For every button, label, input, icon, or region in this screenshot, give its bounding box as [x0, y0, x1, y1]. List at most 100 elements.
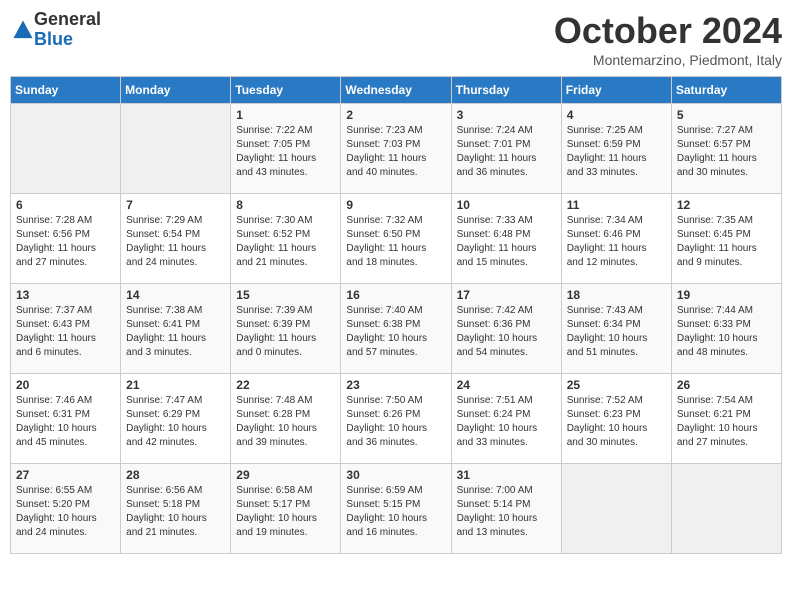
calendar-week-row: 20Sunrise: 7:46 AM Sunset: 6:31 PM Dayli… — [11, 374, 782, 464]
day-number: 13 — [16, 288, 115, 302]
calendar-cell: 12 Sunrise: 7:35 AM Sunset: 6:45 PM Dayli… — [671, 194, 781, 284]
cell-info: Sunrise: 7:25 AM Sunset: 6:59 PM Dayligh… — [567, 124, 666, 180]
day-number: 23 — [346, 378, 445, 392]
cell-info: Sunrise: 6:59 AM Sunset: 5:15 PM Dayligh… — [346, 484, 445, 540]
calendar-header-row: SundayMondayTuesdayWednesdayThursdayFrid… — [11, 77, 782, 104]
day-number: 10 — [457, 198, 556, 212]
calendar-cell: 30 Sunrise: 6:59 AM Sunset: 5:15 PM Dayli… — [341, 464, 451, 554]
day-of-week-header: Tuesday — [231, 77, 341, 104]
day-number: 21 — [126, 378, 225, 392]
cell-info: Sunrise: 7:37 AM Sunset: 6:43 PM Dayligh… — [16, 304, 115, 360]
cell-info: Sunrise: 7:34 AM Sunset: 6:46 PM Dayligh… — [567, 214, 666, 270]
cell-info: Sunrise: 7:51 AM Sunset: 6:24 PM Dayligh… — [457, 394, 556, 450]
calendar-cell: 29Sunrise: 6:58 AM Sunset: 5:17 PM Dayli… — [231, 464, 341, 554]
day-number: 22 — [236, 378, 335, 392]
calendar-cell: 23 Sunrise: 7:50 AM Sunset: 6:26 PM Dayli… — [341, 374, 451, 464]
calendar-cell — [11, 104, 121, 194]
day-number: 3 — [457, 108, 556, 122]
calendar-cell: 11 Sunrise: 7:34 AM Sunset: 6:46 PM Dayli… — [561, 194, 671, 284]
cell-info: Sunrise: 7:29 AM Sunset: 6:54 PM Dayligh… — [126, 214, 225, 270]
day-number: 19 — [677, 288, 776, 302]
day-number: 2 — [346, 108, 445, 122]
calendar-cell — [561, 464, 671, 554]
day-of-week-header: Friday — [561, 77, 671, 104]
calendar-cell: 8 Sunrise: 7:30 AM Sunset: 6:52 PM Daylig… — [231, 194, 341, 284]
calendar-cell: 5Sunrise: 7:27 AM Sunset: 6:57 PM Daylig… — [671, 104, 781, 194]
day-of-week-header: Saturday — [671, 77, 781, 104]
calendar-cell: 13 Sunrise: 7:37 AM Sunset: 6:43 PM Dayli… — [11, 284, 121, 374]
calendar-week-row: 27 Sunrise: 6:55 AM Sunset: 5:20 PM Dayli… — [11, 464, 782, 554]
day-number: 6 — [16, 198, 115, 212]
title-block: October 2024 Montemarzino, Piedmont, Ita… — [554, 10, 782, 68]
logo-blue-text: Blue — [34, 30, 101, 50]
calendar-cell: 26Sunrise: 7:54 AM Sunset: 6:21 PM Dayli… — [671, 374, 781, 464]
cell-info: Sunrise: 7:43 AM Sunset: 6:34 PM Dayligh… — [567, 304, 666, 360]
month-title: October 2024 — [554, 10, 782, 52]
calendar-cell: 22 Sunrise: 7:48 AM Sunset: 6:28 PM Dayli… — [231, 374, 341, 464]
cell-info: Sunrise: 7:22 AM Sunset: 7:05 PM Dayligh… — [236, 124, 335, 180]
calendar-week-row: 6 Sunrise: 7:28 AM Sunset: 6:56 PM Daylig… — [11, 194, 782, 284]
day-number: 9 — [346, 198, 445, 212]
day-of-week-header: Thursday — [451, 77, 561, 104]
day-number: 31 — [457, 468, 556, 482]
calendar-cell: 2 Sunrise: 7:23 AM Sunset: 7:03 PM Daylig… — [341, 104, 451, 194]
calendar-cell: 21 Sunrise: 7:47 AM Sunset: 6:29 PM Dayli… — [121, 374, 231, 464]
calendar-cell — [121, 104, 231, 194]
cell-info: Sunrise: 7:40 AM Sunset: 6:38 PM Dayligh… — [346, 304, 445, 360]
logo-general-text: General — [34, 10, 101, 30]
cell-info: Sunrise: 7:23 AM Sunset: 7:03 PM Dayligh… — [346, 124, 445, 180]
cell-info: Sunrise: 7:28 AM Sunset: 6:56 PM Dayligh… — [16, 214, 115, 270]
cell-info: Sunrise: 7:32 AM Sunset: 6:50 PM Dayligh… — [346, 214, 445, 270]
location-subtitle: Montemarzino, Piedmont, Italy — [554, 52, 782, 68]
cell-info: Sunrise: 7:44 AM Sunset: 6:33 PM Dayligh… — [677, 304, 776, 360]
calendar-cell: 14 Sunrise: 7:38 AM Sunset: 6:41 PM Dayli… — [121, 284, 231, 374]
day-number: 14 — [126, 288, 225, 302]
calendar-cell: 20Sunrise: 7:46 AM Sunset: 6:31 PM Dayli… — [11, 374, 121, 464]
calendar-cell: 4 Sunrise: 7:25 AM Sunset: 6:59 PM Daylig… — [561, 104, 671, 194]
cell-info: Sunrise: 7:38 AM Sunset: 6:41 PM Dayligh… — [126, 304, 225, 360]
day-number: 27 — [16, 468, 115, 482]
day-of-week-header: Wednesday — [341, 77, 451, 104]
cell-info: Sunrise: 7:27 AM Sunset: 6:57 PM Dayligh… — [677, 124, 776, 180]
calendar-cell: 17 Sunrise: 7:42 AM Sunset: 6:36 PM Dayli… — [451, 284, 561, 374]
day-number: 12 — [677, 198, 776, 212]
cell-info: Sunrise: 7:33 AM Sunset: 6:48 PM Dayligh… — [457, 214, 556, 270]
logo-icon — [12, 19, 34, 41]
calendar-cell: 6 Sunrise: 7:28 AM Sunset: 6:56 PM Daylig… — [11, 194, 121, 284]
day-number: 20 — [16, 378, 115, 392]
day-number: 4 — [567, 108, 666, 122]
day-of-week-header: Sunday — [11, 77, 121, 104]
cell-info: Sunrise: 7:42 AM Sunset: 6:36 PM Dayligh… — [457, 304, 556, 360]
cell-info: Sunrise: 7:30 AM Sunset: 6:52 PM Dayligh… — [236, 214, 335, 270]
calendar-cell: 19 Sunrise: 7:44 AM Sunset: 6:33 PM Dayli… — [671, 284, 781, 374]
day-number: 7 — [126, 198, 225, 212]
calendar-cell: 16Sunrise: 7:40 AM Sunset: 6:38 PM Dayli… — [341, 284, 451, 374]
cell-info: Sunrise: 7:48 AM Sunset: 6:28 PM Dayligh… — [236, 394, 335, 450]
day-number: 17 — [457, 288, 556, 302]
page-header: General Blue October 2024 Montemarzino, … — [10, 10, 782, 68]
calendar-cell: 15 Sunrise: 7:39 AM Sunset: 6:39 PM Dayli… — [231, 284, 341, 374]
calendar-cell — [671, 464, 781, 554]
cell-info: Sunrise: 6:56 AM Sunset: 5:18 PM Dayligh… — [126, 484, 225, 540]
calendar-cell: 9 Sunrise: 7:32 AM Sunset: 6:50 PM Daylig… — [341, 194, 451, 284]
day-number: 1 — [236, 108, 335, 122]
day-number: 8 — [236, 198, 335, 212]
cell-info: Sunrise: 7:39 AM Sunset: 6:39 PM Dayligh… — [236, 304, 335, 360]
calendar-cell: 3Sunrise: 7:24 AM Sunset: 7:01 PM Daylig… — [451, 104, 561, 194]
day-number: 11 — [567, 198, 666, 212]
day-number: 26 — [677, 378, 776, 392]
day-number: 18 — [567, 288, 666, 302]
cell-info: Sunrise: 7:50 AM Sunset: 6:26 PM Dayligh… — [346, 394, 445, 450]
day-number: 30 — [346, 468, 445, 482]
calendar-cell: 25Sunrise: 7:52 AM Sunset: 6:23 PM Dayli… — [561, 374, 671, 464]
cell-info: Sunrise: 7:47 AM Sunset: 6:29 PM Dayligh… — [126, 394, 225, 450]
day-number: 15 — [236, 288, 335, 302]
logo: General Blue — [10, 10, 101, 50]
calendar-table: SundayMondayTuesdayWednesdayThursdayFrid… — [10, 76, 782, 554]
calendar-cell: 7 Sunrise: 7:29 AM Sunset: 6:54 PM Daylig… — [121, 194, 231, 284]
calendar-week-row: 1 Sunrise: 7:22 AM Sunset: 7:05 PM Daylig… — [11, 104, 782, 194]
cell-info: Sunrise: 7:35 AM Sunset: 6:45 PM Dayligh… — [677, 214, 776, 270]
day-number: 25 — [567, 378, 666, 392]
calendar-cell: 28Sunrise: 6:56 AM Sunset: 5:18 PM Dayli… — [121, 464, 231, 554]
cell-info: Sunrise: 6:55 AM Sunset: 5:20 PM Dayligh… — [16, 484, 115, 540]
